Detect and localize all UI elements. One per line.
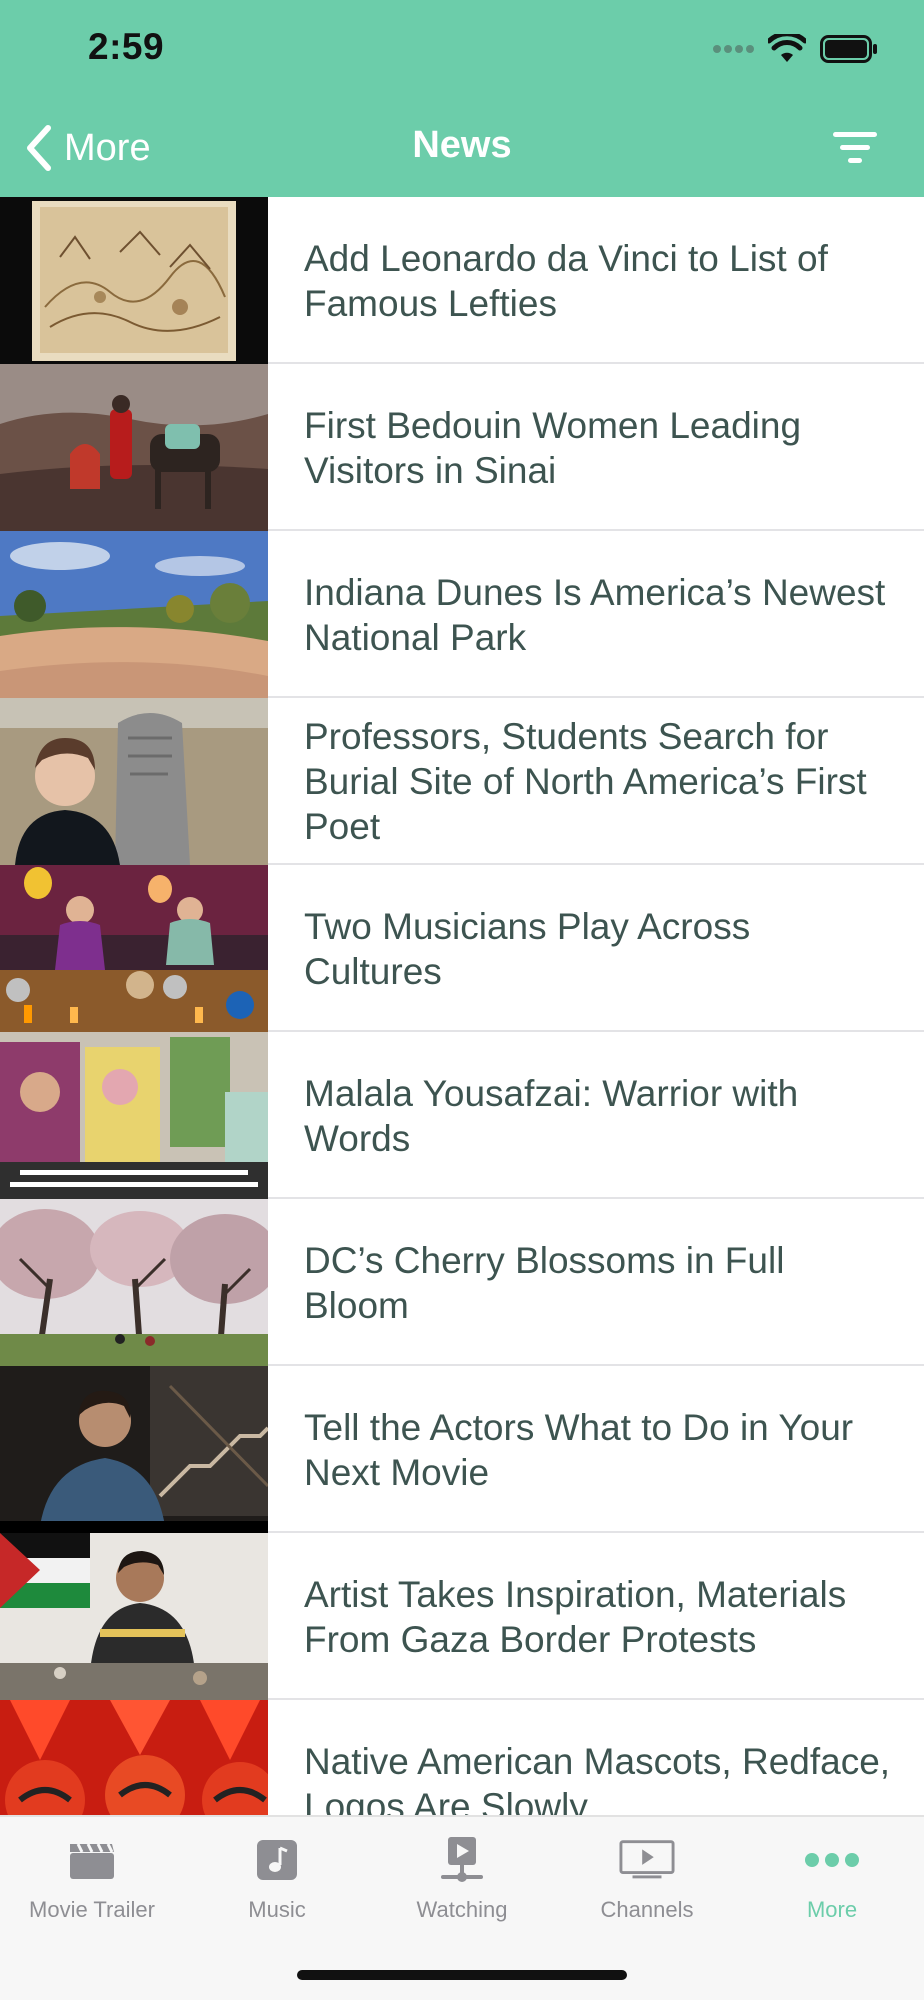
news-thumbnail	[0, 1533, 268, 1700]
tv-play-icon	[619, 1835, 675, 1885]
news-screen: 2:59 More News Add Leonardo da Vinci to …	[0, 0, 924, 2000]
tab-label: Movie Trailer	[29, 1897, 155, 1922]
news-row[interactable]: First Bedouin Women Leading Visitors in …	[0, 364, 924, 531]
news-thumbnail	[0, 1199, 268, 1366]
filter-button[interactable]	[830, 128, 880, 168]
news-title: Professors, Students Search for Burial S…	[304, 716, 867, 847]
news-title: Malala Yousafzai: Warrior with Words	[304, 1072, 799, 1159]
news-title: Two Musicians Play Across Cultures	[304, 905, 751, 992]
filter-icon	[833, 132, 877, 163]
news-row[interactable]: Native American Mascots, Redface, Logos …	[0, 1700, 924, 1815]
battery-icon	[820, 35, 877, 63]
news-list[interactable]: Add Leonardo da Vinci to List of Famous …	[0, 197, 924, 1815]
tab-more[interactable]: More	[740, 1835, 924, 1945]
music-note-icon	[249, 1835, 305, 1885]
news-thumbnail	[0, 1366, 268, 1533]
tab-movie-trailer[interactable]: Movie Trailer	[0, 1835, 184, 1945]
wifi-icon	[768, 34, 806, 62]
navigation-header: 2:59 More News	[0, 0, 924, 197]
news-title: Native American Mascots, Redface, Logos …	[304, 1740, 891, 1816]
clapperboard-icon	[64, 1835, 120, 1885]
news-row[interactable]: Add Leonardo da Vinci to List of Famous …	[0, 197, 924, 364]
status-icons	[712, 34, 878, 64]
news-title: Artist Takes Inspiration, Materials From…	[304, 1573, 847, 1660]
tab-channels[interactable]: Channels	[555, 1835, 739, 1945]
news-thumbnail	[0, 1032, 268, 1199]
news-title: First Bedouin Women Leading Visitors in …	[304, 404, 802, 491]
news-row[interactable]: DC’s Cherry Blossoms in Full Bloom	[0, 1199, 924, 1366]
tab-label: Channels	[600, 1897, 694, 1922]
news-thumbnail	[0, 364, 268, 531]
tab-label: More	[806, 1897, 858, 1922]
news-thumbnail	[0, 698, 268, 865]
tab-label: Music	[248, 1897, 306, 1922]
page-title: News	[412, 124, 512, 166]
status-time: 2:59	[88, 26, 165, 67]
tab-watching[interactable]: Watching	[370, 1835, 554, 1945]
tab-label: Watching	[416, 1897, 508, 1922]
news-title: Add Leonardo da Vinci to List of Famous …	[304, 237, 828, 324]
tab-music[interactable]: Music	[185, 1835, 369, 1945]
news-row[interactable]: Indiana Dunes Is America’s Newest Nation…	[0, 531, 924, 698]
news-thumbnail	[0, 531, 268, 698]
news-title: Indiana Dunes Is America’s Newest Nation…	[304, 571, 886, 658]
news-row[interactable]: Professors, Students Search for Burial S…	[0, 698, 924, 865]
news-title: DC’s Cherry Blossoms in Full Bloom	[304, 1239, 785, 1326]
news-row[interactable]: Artist Takes Inspiration, Materials From…	[0, 1533, 924, 1700]
news-row[interactable]: Tell the Actors What to Do in Your Next …	[0, 1366, 924, 1533]
news-title: Tell the Actors What to Do in Your Next …	[304, 1406, 854, 1493]
news-row[interactable]: Two Musicians Play Across Cultures	[0, 865, 924, 1032]
play-screen-icon	[434, 1835, 490, 1885]
news-row[interactable]: Malala Yousafzai: Warrior with Words	[0, 1032, 924, 1199]
cellular-signal-icon	[713, 45, 754, 53]
news-thumbnail	[0, 865, 268, 1032]
more-dots-icon	[804, 1835, 860, 1885]
news-thumbnail	[0, 1700, 268, 1815]
nav-bar: More News	[0, 118, 924, 178]
home-indicator[interactable]	[297, 1970, 627, 1980]
news-thumbnail	[0, 197, 268, 364]
